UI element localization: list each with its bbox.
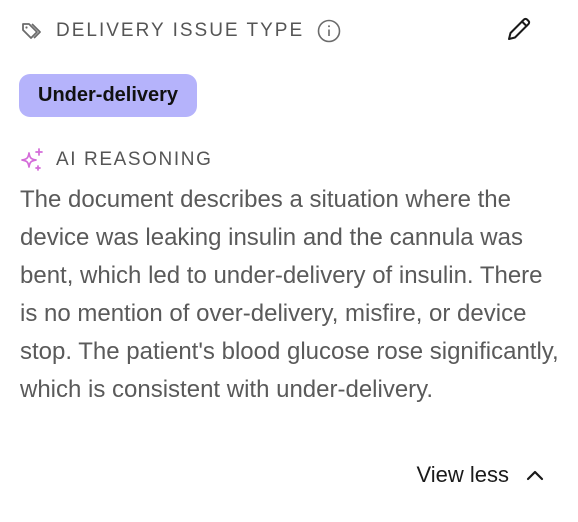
ai-reasoning-text: The document describes a situation where… xyxy=(20,186,559,403)
pencil-icon xyxy=(505,15,533,48)
info-icon[interactable] xyxy=(316,18,342,44)
edit-button[interactable] xyxy=(504,16,534,46)
issue-type-badge: Under-delivery xyxy=(19,74,198,117)
field-title: DELIVERY ISSUE TYPE xyxy=(56,20,305,41)
field-header: DELIVERY ISSUE TYPE xyxy=(20,16,540,46)
view-less-label: View less xyxy=(416,462,509,487)
ai-reasoning-title: AI REASONING xyxy=(56,149,213,170)
view-less-button[interactable]: View less xyxy=(416,459,546,491)
tag-icon xyxy=(20,20,46,42)
chevron-up-icon xyxy=(524,464,546,486)
ai-reasoning-header: AI REASONING xyxy=(19,147,212,173)
sparkle-icon xyxy=(19,147,45,173)
